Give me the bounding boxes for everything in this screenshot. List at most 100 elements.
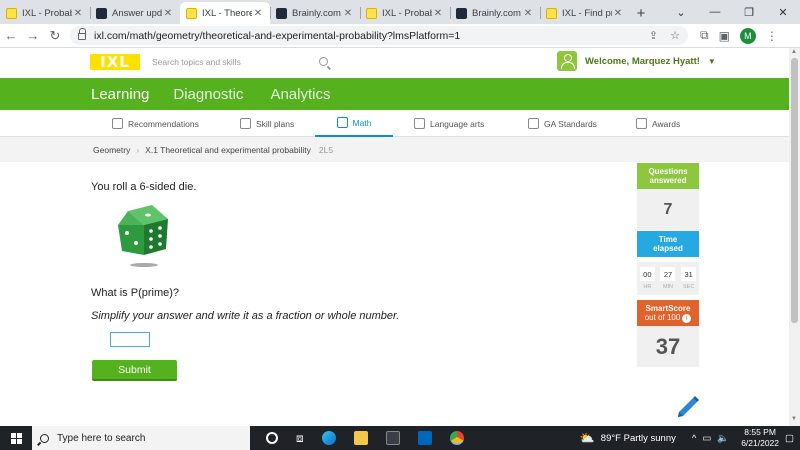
- chevron-up-icon[interactable]: ^: [692, 433, 696, 444]
- network-icon[interactable]: ▭: [702, 433, 711, 444]
- search-icon[interactable]: [319, 57, 328, 66]
- ixl-header: IXL Search topics and skills Welcome, Ma…: [0, 48, 800, 78]
- questions-label-1: Questions: [648, 167, 688, 176]
- profile-avatar[interactable]: M: [739, 27, 756, 44]
- forward-icon[interactable]: →: [22, 28, 44, 43]
- language-arts-icon: [414, 118, 425, 129]
- page-scrollbar[interactable]: ▲ ▼: [789, 48, 800, 426]
- welcome-text: Welcome, Marquez Hyatt!: [585, 55, 700, 67]
- menu-kebab-icon[interactable]: ⋮: [766, 29, 778, 43]
- browser-tab[interactable]: Brainly.com - F ✕: [450, 2, 540, 24]
- bookmark-star-icon[interactable]: ☆: [670, 29, 680, 42]
- info-icon[interactable]: i: [682, 313, 692, 323]
- time-value: 27: [660, 267, 676, 281]
- browser-tab[interactable]: IXL - Probabilit ✕: [0, 2, 90, 24]
- questions-answered-header: Questions answered: [637, 163, 699, 189]
- submit-button[interactable]: Submit: [92, 360, 177, 381]
- store-icon[interactable]: [385, 431, 400, 445]
- sidebar-icon[interactable]: ▣: [719, 29, 730, 43]
- breadcrumb: Geometry › X.1 Theoretical and experimen…: [0, 137, 800, 162]
- subnav-recommendations[interactable]: Recommendations: [112, 110, 199, 137]
- time-label-1: Time: [658, 235, 678, 244]
- windows-start-icon[interactable]: [0, 432, 32, 444]
- close-tab-icon[interactable]: ✕: [72, 8, 84, 19]
- smartscore-header: SmartScore out of 100 i: [637, 300, 699, 326]
- weather-text[interactable]: 89°F Partly sunny: [601, 433, 676, 444]
- chrome-icon[interactable]: [449, 431, 464, 445]
- restore-icon[interactable]: ❐: [732, 0, 766, 24]
- browser-tab[interactable]: Answer updat ✕: [90, 2, 180, 24]
- new-tab-button[interactable]: +: [630, 2, 652, 24]
- task-view-icon[interactable]: ⧈: [296, 431, 304, 446]
- lock-icon[interactable]: [78, 28, 86, 40]
- answer-input[interactable]: [110, 332, 150, 347]
- close-tab-icon[interactable]: ✕: [252, 8, 264, 19]
- subnav-awards[interactable]: Awards: [636, 110, 680, 137]
- weather-icon[interactable]: ⛅: [580, 431, 595, 445]
- time-unit: MIN: [662, 284, 674, 290]
- taskbar-search-input[interactable]: Type here to search: [32, 426, 250, 450]
- close-window-icon[interactable]: ✕: [766, 0, 800, 24]
- scroll-up-icon[interactable]: ▲: [791, 49, 797, 55]
- ixl-logo[interactable]: IXL: [90, 53, 140, 71]
- scroll-down-icon[interactable]: ▼: [791, 416, 797, 422]
- taskbar-apps: ⧈: [266, 431, 464, 446]
- time-elapsed-display: 00 HR 27 MIN 31 SEC: [637, 262, 699, 295]
- user-menu[interactable]: Welcome, Marquez Hyatt! ▼: [557, 51, 716, 71]
- back-icon[interactable]: ←: [0, 28, 22, 43]
- tab-title: IXL - Theoretic: [202, 7, 252, 19]
- mail-icon[interactable]: [417, 431, 432, 445]
- browser-tab-strip: IXL - Probabilit ✕ Answer updat ✕ IXL - …: [0, 0, 800, 24]
- subnav-math[interactable]: Math: [315, 110, 393, 137]
- cortana-icon[interactable]: [266, 432, 278, 444]
- tab-title: Brainly.com - F: [292, 7, 342, 19]
- browser-tab[interactable]: IXL - Probabilit ✕: [360, 2, 450, 24]
- ixl-favicon-icon: [366, 7, 377, 19]
- share-icon[interactable]: ⇪: [649, 29, 658, 42]
- close-tab-icon[interactable]: ✕: [432, 8, 444, 19]
- smartscore-value: 37: [637, 326, 699, 367]
- breadcrumb-subject[interactable]: Geometry: [93, 145, 130, 155]
- url-text: ixl.com/math/geometry/theoretical-and-ex…: [94, 29, 461, 42]
- green-die-image: [118, 205, 168, 267]
- subnav-skill-plans[interactable]: Skill plans: [240, 110, 294, 137]
- browser-tab-active[interactable]: IXL - Theoretic ✕: [180, 2, 270, 24]
- awards-icon: [636, 118, 647, 129]
- nav-analytics[interactable]: Analytics: [270, 86, 330, 103]
- close-tab-icon[interactable]: ✕: [612, 8, 624, 19]
- question-prompt: What is P(prime)?: [91, 287, 180, 299]
- volume-icon[interactable]: 🔈: [717, 433, 729, 444]
- user-icon: [557, 51, 577, 71]
- close-tab-icon[interactable]: ✕: [162, 8, 174, 19]
- subnav-label: Recommendations: [128, 118, 199, 129]
- search-input[interactable]: Search topics and skills: [148, 52, 332, 72]
- extensions-icon[interactable]: ⧉: [700, 28, 709, 43]
- questions-answered-value: 7: [637, 189, 699, 230]
- browser-tab[interactable]: Brainly.com - F ✕: [270, 2, 360, 24]
- clock[interactable]: 8:55 PM 6/21/2022: [741, 427, 779, 449]
- brainly-favicon-icon: [276, 7, 287, 19]
- browser-tab[interactable]: IXL - Find prob ✕: [540, 2, 630, 24]
- notifications-icon[interactable]: ▢: [785, 433, 794, 444]
- smartscore-sublabel: out of 100 i: [645, 313, 692, 323]
- tab-title: Answer updat: [112, 7, 162, 19]
- subnav-ga-standards[interactable]: GA Standards: [528, 110, 597, 137]
- url-field[interactable]: ixl.com/math/geometry/theoretical-and-ex…: [70, 26, 688, 45]
- subnav-language-arts[interactable]: Language arts: [414, 110, 484, 137]
- close-tab-icon[interactable]: ✕: [522, 8, 534, 19]
- time-elapsed-header: Time elapsed: [637, 231, 699, 257]
- file-explorer-icon[interactable]: [353, 431, 368, 445]
- tab-search-icon[interactable]: ⌄: [664, 0, 698, 24]
- time-seconds: 31 SEC: [681, 267, 697, 295]
- reload-icon[interactable]: ↻: [44, 28, 66, 44]
- close-tab-icon[interactable]: ✕: [342, 8, 354, 19]
- edge-icon[interactable]: [321, 431, 336, 445]
- pencil-icon[interactable]: [675, 392, 701, 418]
- caret-down-icon: ▼: [707, 56, 716, 66]
- search-placeholder: Search topics and skills: [152, 57, 241, 67]
- minimize-icon[interactable]: —: [698, 0, 732, 24]
- nav-diagnostic[interactable]: Diagnostic: [173, 86, 243, 103]
- nav-learning[interactable]: Learning: [91, 86, 149, 103]
- scroll-thumb[interactable]: [791, 58, 798, 323]
- question-intro: You roll a 6-sided die.: [91, 181, 197, 193]
